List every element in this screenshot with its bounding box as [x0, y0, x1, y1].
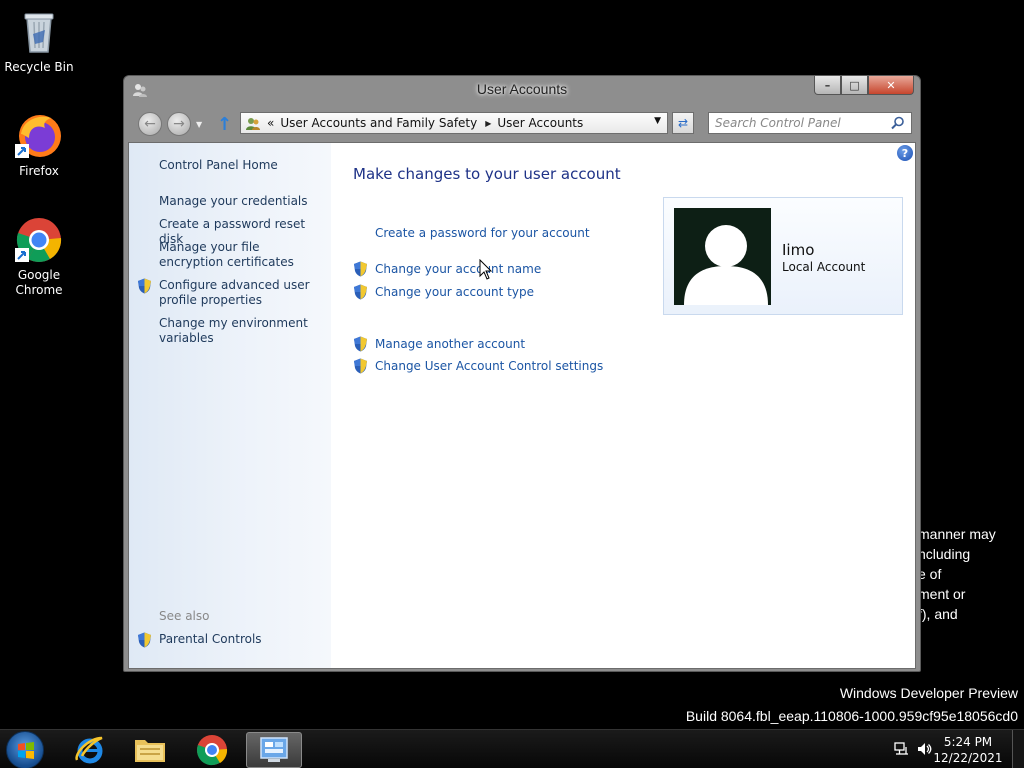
volume-icon[interactable] — [916, 741, 932, 761]
navigation-bar: ← → ▼ ↑ « User Accounts and Family Safet… — [124, 110, 920, 140]
window-title: User Accounts — [476, 81, 568, 97]
manage-credentials-link[interactable]: Manage your credentials — [159, 194, 327, 209]
watermark-title: Windows Developer Preview — [839, 685, 1018, 701]
back-arrow-icon: ← — [144, 116, 156, 132]
see-also-label: See also — [159, 609, 210, 623]
desktop-icon-label: Firefox — [19, 164, 59, 178]
network-icon[interactable] — [894, 741, 910, 761]
user-accounts-window[interactable]: User Accounts – □ ✕ ← → ▼ ↑ « User Accou… — [123, 75, 921, 672]
watermark-build: Build 8064.fbl_eeap.110806-1000.959cf95e… — [685, 708, 1018, 724]
title-bar[interactable]: User Accounts – □ ✕ — [124, 76, 920, 110]
windows-logo-icon — [18, 742, 34, 759]
background-window-text: manner may ncluding e of ment or f), and — [918, 526, 996, 622]
desktop-icon-label: Google Chrome — [15, 268, 63, 297]
uac-shield-icon — [353, 336, 368, 352]
recent-pages-dropdown-icon[interactable]: ▼ — [196, 120, 204, 129]
manage-another-account-link[interactable]: Manage another account — [375, 337, 525, 351]
uac-shield-icon — [353, 261, 368, 277]
help-icon[interactable]: ? — [897, 145, 913, 161]
taskbar-file-explorer[interactable] — [122, 732, 178, 768]
desktop-icon-recycle-bin[interactable]: Recycle Bin — [1, 8, 77, 75]
desktop-icon-firefox[interactable]: Firefox — [1, 112, 77, 179]
search-icon[interactable] — [891, 116, 905, 130]
uac-shield-icon — [353, 284, 368, 300]
breadcrumb-user-accounts-family-safety[interactable]: User Accounts and Family Safety — [280, 116, 477, 130]
clock[interactable]: 5:24 PM 12/22/2021 — [932, 734, 1004, 766]
refresh-icon: ⇄ — [677, 116, 689, 130]
user-avatar-icon[interactable] — [674, 208, 771, 305]
change-environment-variables-link[interactable]: Change my environment variables — [159, 316, 327, 346]
search-input[interactable]: Search Control Panel — [708, 112, 912, 134]
change-account-name-link[interactable]: Change your account name — [375, 262, 541, 276]
folder-icon — [135, 740, 165, 762]
internet-explorer-icon — [75, 736, 103, 764]
uac-shield-icon — [137, 278, 152, 294]
close-button[interactable]: ✕ — [868, 76, 914, 95]
forward-arrow-icon: → — [173, 116, 185, 132]
start-button[interactable] — [6, 731, 44, 768]
forward-button[interactable]: → — [167, 112, 191, 136]
desktop-icon-google-chrome[interactable]: Google Chrome — [1, 216, 77, 298]
recycle-bin-icon — [15, 8, 63, 56]
left-task-pane: Control Panel Home Manage your credentia… — [129, 143, 331, 668]
desktop: Recycle Bin Firefox Google Chrome manner… — [0, 0, 1024, 768]
main-pane: ? Make changes to your user account Crea… — [331, 143, 915, 668]
minimize-button[interactable]: – — [814, 76, 841, 95]
clock-time: 5:24 PM — [943, 735, 993, 749]
chrome-icon — [197, 735, 228, 766]
window-content: Control Panel Home Manage your credentia… — [128, 142, 916, 669]
change-account-type-link[interactable]: Change your account type — [375, 285, 534, 299]
control-panel-home-link[interactable]: Control Panel Home — [159, 158, 327, 173]
breadcrumb-separator-icon[interactable]: ▶ — [485, 119, 491, 128]
parental-controls-link[interactable]: Parental Controls — [159, 632, 327, 647]
refresh-button[interactable]: ⇄ — [672, 112, 694, 134]
create-password-link[interactable]: Create a password for your account — [375, 226, 590, 240]
user-name: Iimo — [782, 241, 815, 259]
address-overflow-chevron[interactable]: « — [267, 116, 274, 130]
control-panel-icon — [245, 115, 261, 131]
manage-file-encryption-link[interactable]: Manage your file encryption certificates — [159, 240, 327, 270]
show-desktop-button[interactable] — [1012, 730, 1024, 768]
user-account-tile: Iimo Local Account — [663, 197, 903, 315]
back-button[interactable]: ← — [138, 112, 162, 136]
maximize-button[interactable]: □ — [841, 76, 868, 95]
change-uac-settings-link[interactable]: Change User Account Control settings — [375, 359, 603, 373]
uac-shield-icon — [353, 358, 368, 374]
up-one-level-button[interactable]: ↑ — [217, 114, 235, 135]
taskbar-google-chrome[interactable] — [184, 732, 240, 768]
up-arrow-icon: ↑ — [217, 114, 233, 135]
page-heading: Make changes to your user account — [353, 165, 621, 183]
parental-controls-shield-icon — [137, 632, 152, 648]
mouse-cursor-icon — [479, 258, 493, 281]
address-bar[interactable]: « User Accounts and Family Safety ▶ User… — [240, 112, 668, 134]
desktop-icon-label: Recycle Bin — [4, 60, 74, 74]
search-placeholder: Search Control Panel — [715, 116, 841, 130]
firefox-icon — [15, 112, 63, 160]
taskbar-control-panel[interactable] — [246, 732, 302, 768]
chrome-icon — [15, 216, 63, 264]
clock-date: 12/22/2021 — [933, 751, 1003, 765]
control-panel-icon — [260, 737, 288, 762]
address-dropdown-icon[interactable]: ▼ — [654, 116, 661, 126]
user-account-type: Local Account — [782, 260, 866, 274]
breadcrumb-user-accounts[interactable]: User Accounts — [497, 116, 583, 130]
caption-buttons: – □ ✕ — [814, 76, 914, 96]
taskbar-internet-explorer[interactable] — [62, 732, 118, 768]
taskbar: 5:24 PM 12/22/2021 — [0, 729, 1024, 768]
configure-advanced-profile-link[interactable]: Configure advanced user profile properti… — [159, 278, 327, 308]
